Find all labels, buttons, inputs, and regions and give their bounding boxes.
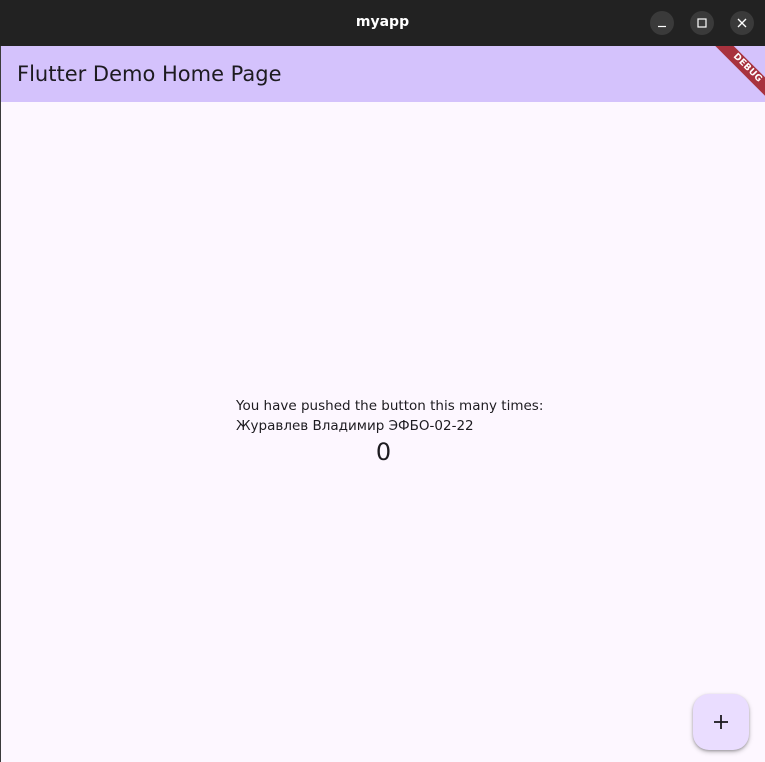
maximize-button[interactable] <box>690 11 714 35</box>
counter-description: You have pushed the button this many tim… <box>236 398 544 414</box>
page-title: Flutter Demo Home Page <box>17 62 282 86</box>
counter-value: 0 <box>375 438 392 466</box>
close-button[interactable] <box>730 11 754 35</box>
add-icon <box>714 715 728 729</box>
window-titlebar[interactable]: myapp <box>0 0 765 46</box>
debug-banner: DEBUG <box>705 46 765 106</box>
maximize-icon <box>697 18 707 28</box>
counter-section: You have pushed the button this many tim… <box>236 396 544 467</box>
app-bar: Flutter Demo Home Page DEBUG <box>1 46 765 105</box>
app-window: myapp Flutter Demo Home Page DEBUG You h… <box>0 0 765 762</box>
increment-button[interactable] <box>693 694 749 750</box>
app-content: Flutter Demo Home Page DEBUG You have pu… <box>1 46 765 762</box>
debug-banner-label: DEBUG <box>710 46 765 105</box>
minimize-icon <box>658 25 666 28</box>
minimize-button[interactable] <box>650 11 674 35</box>
author-label: Журавлев Владимир ЭФБО-02-22 <box>236 418 474 434</box>
close-icon <box>737 18 747 28</box>
